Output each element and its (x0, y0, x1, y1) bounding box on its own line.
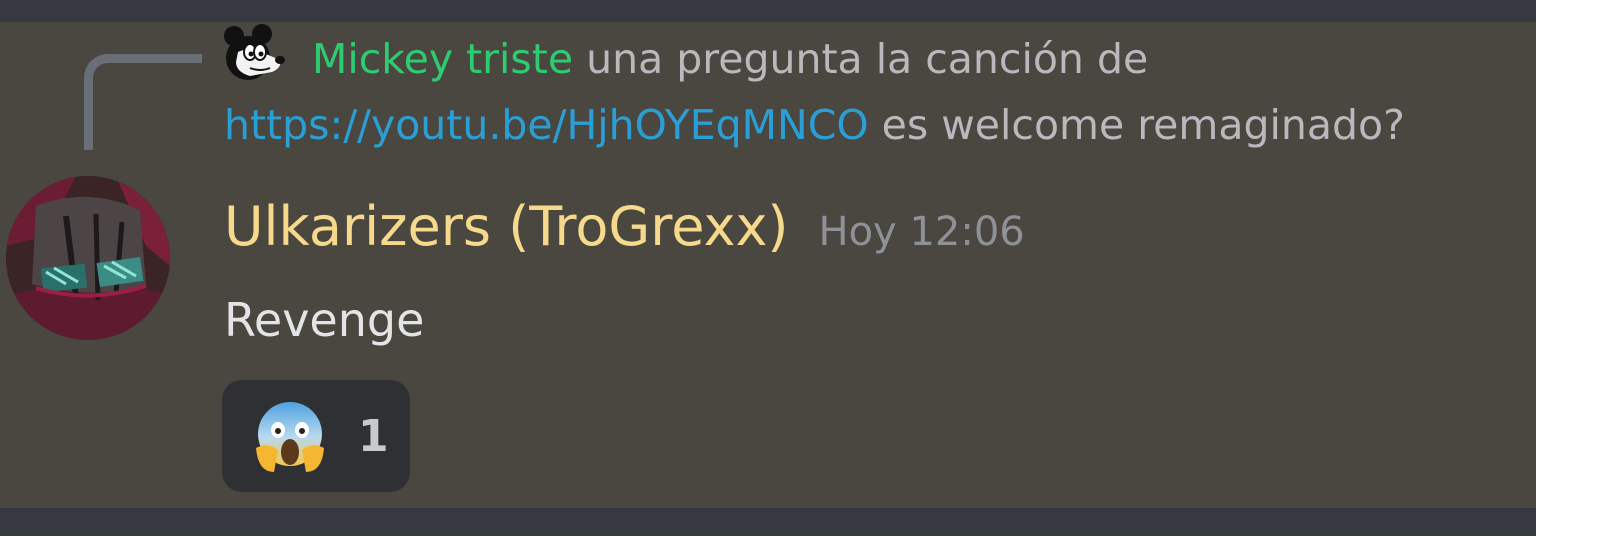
reply-text-after-link: es welcome remaginado? (868, 101, 1405, 149)
message-header: Ulkarizers (TroGrexx) Hoy 12:06 (224, 192, 1025, 262)
message-item[interactable]: Mickey triste una pregunta la canción de… (0, 22, 1536, 508)
reply-text-before-link: una pregunta la canción de (573, 35, 1149, 83)
reply-preview[interactable]: Mickey triste una pregunta la canción de… (224, 26, 1454, 158)
screenshot-canvas: Mickey triste una pregunta la canción de… (0, 0, 1600, 547)
screaming-face-icon (252, 398, 328, 474)
user-avatar-icon[interactable] (6, 176, 170, 340)
message-content: Revenge (224, 293, 425, 347)
reply-author[interactable]: Mickey triste (312, 35, 573, 83)
reply-link[interactable]: https://youtu.be/HjhOYEqMNCO (224, 101, 869, 149)
reaction-button[interactable]: 1 (222, 380, 410, 492)
author-name[interactable]: Ulkarizers (TroGrexx) (224, 192, 789, 262)
message-timestamp: Hoy 12:06 (818, 209, 1025, 255)
reply-connector (84, 54, 202, 150)
reaction-count: 1 (358, 410, 389, 462)
